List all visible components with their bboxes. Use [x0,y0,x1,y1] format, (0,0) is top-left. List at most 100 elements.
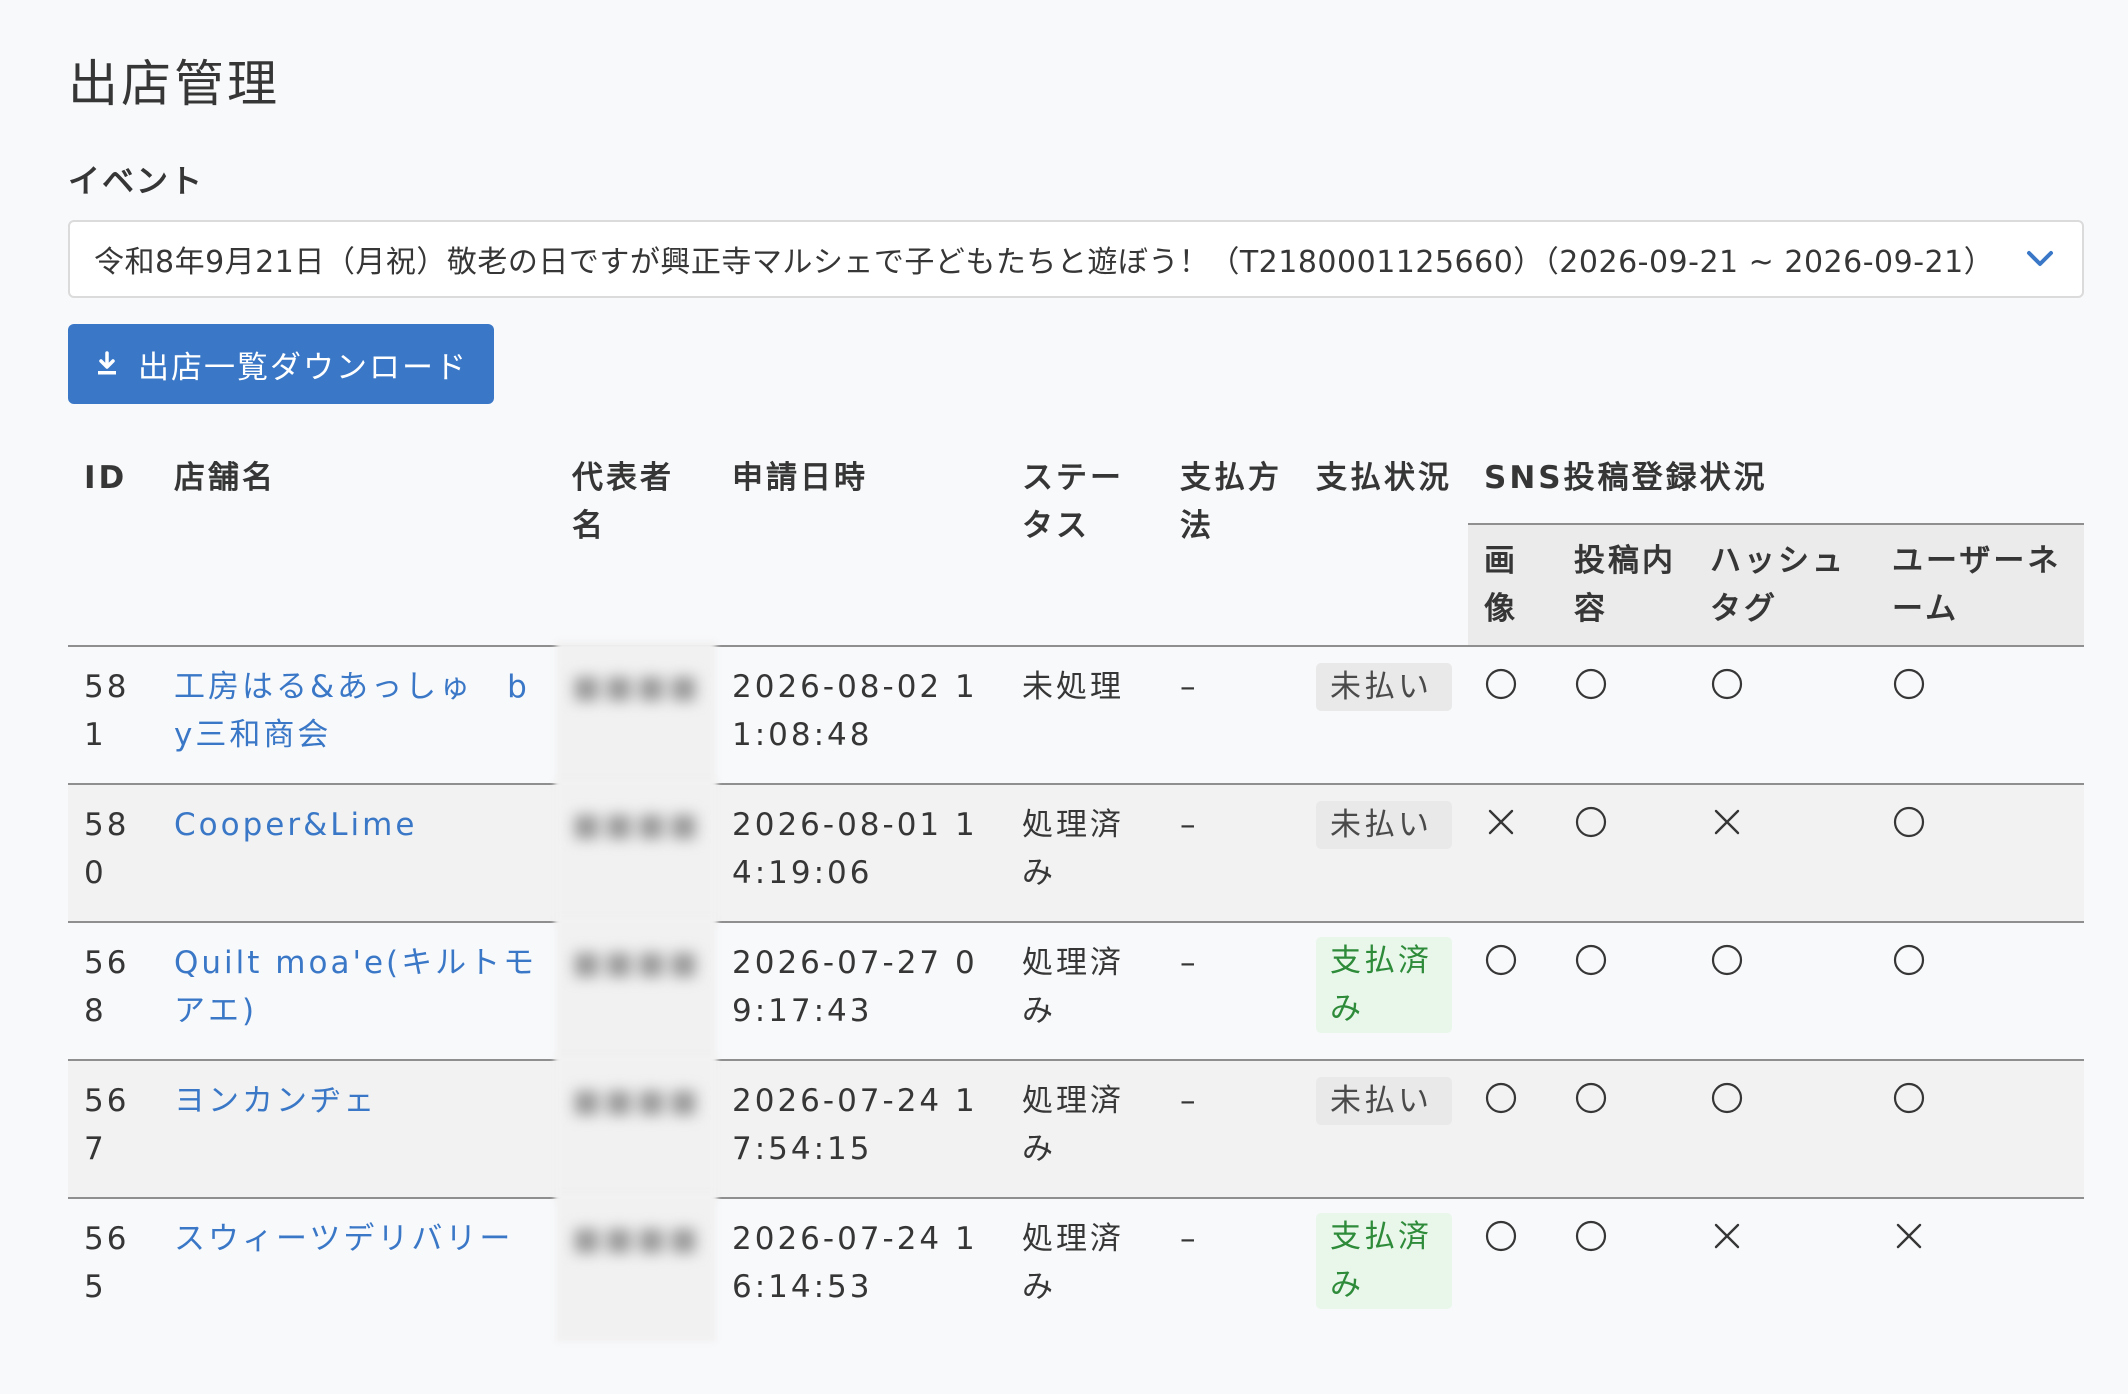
cell-applied-at: 2026-07-27 09:17:43 [716,922,1006,1061]
header-payment-status: 支払状況 [1300,440,1468,647]
cell-representative: ■■■■ [556,779,716,927]
circle-icon [1574,805,1608,839]
cell-shop-name: Quilt moa'e(キルトモアエ) [158,922,556,1061]
circle-icon [1574,667,1608,701]
circle-icon [1574,1219,1608,1253]
cell-payment-status: 未払い [1300,1060,1468,1199]
cell-sns-hashtag [1694,1060,1876,1199]
cell-id: 565 [84,1221,130,1305]
cell-sns-username [1876,784,2085,923]
cell-sns-content [1558,1060,1694,1199]
header-status: ステータス [1006,440,1164,647]
cell-applied-at: 2026-08-01 14:19:06 [716,784,1006,923]
cell-sns-username [1876,1198,2084,1336]
circle-icon [1484,667,1518,701]
cell-payment-method: – [1164,922,1300,1061]
header-sns-username: ユーザーネーム [1876,524,2085,647]
table-body: 581 工房はる&あっしゅ by三和商会 ■■■■ 2026-08-02 11:08:… [68,641,2085,1342]
shop-management-page: 出店管理 イベント 令和8年9月21日（月祝）敬老の日ですが興正寺マルシェで子ど… [0,0,2128,1394]
table-row: 568 Quilt moa'e(キルトモアエ) ■■■■ 2026-07-27 09:… [68,917,2085,1065]
circle-icon [1484,1081,1518,1115]
shop-name-link[interactable]: 工房はる&あっしゅ by三和商会 [174,669,530,753]
cell-payment-method: – [1180,1221,1199,1257]
download-shop-list-button[interactable]: 出店一覧ダウンロード [68,324,494,404]
download-button-label: 出店一覧ダウンロード [138,349,468,386]
table-row: 565 スウィーツデリバリー ■■■■ 2026-07-24 16:14:53 処理済み… [68,1193,2084,1342]
cell-representative: ■■■■ [556,917,716,1065]
cell-sns-content [1558,1198,1694,1336]
cell-shop-name: スウィーツデリバリー [158,1198,556,1336]
header-payment-method: 支払方法 [1164,440,1300,647]
cell-representative: ■■■■ [556,1193,716,1342]
payment-status-badge: 支払済み [1316,1213,1452,1309]
circle-icon [1892,667,1926,701]
cell-payment-status: 支払済み [1300,922,1468,1061]
header-sns-hashtag: ハッシュタグ [1694,524,1876,647]
cell-sns-image [1468,922,1558,1061]
representative-name-blurred: ■■■■ [572,669,702,705]
cell-sns-content [1558,922,1694,1061]
cell-sns-username [1876,1060,2085,1199]
shop-name-link[interactable]: スウィーツデリバリー [174,1221,513,1257]
cell-representative: ■■■■ [556,1055,716,1203]
circle-icon [1484,943,1518,977]
shop-name-link[interactable]: Cooper&Lime [174,807,417,843]
representative-name-blurred: ■■■■ [572,1083,702,1119]
shop-name-link[interactable]: ヨンカンヂェ [174,1083,377,1119]
payment-status-badge: 未払い [1316,801,1452,849]
cell-sns-hashtag [1694,784,1876,923]
cell-sns-image [1468,1060,1558,1199]
cell-payment-method: – [1164,646,1300,785]
cell-applied-at: 2026-07-24 16:14:53 [732,1221,978,1305]
circle-icon [1892,1081,1926,1115]
cell-applied-at: 2026-08-02 11:08:48 [716,646,1006,785]
cell-sns-content [1558,784,1694,923]
event-select[interactable]: 令和8年9月21日（月祝）敬老の日ですが興正寺マルシェで子どもたちと遊ぼう！（T… [68,220,2084,298]
circle-icon [1574,1081,1608,1115]
cell-id: 580 [68,784,158,923]
header-sns-content: 投稿内容 [1558,524,1694,647]
circle-icon [1892,805,1926,839]
table-row: 567 ヨンカンヂェ ■■■■ 2026-07-24 17:54:15 処理済み – 未払い [68,1055,2085,1203]
cell-sns-content [1558,646,1694,785]
cell-shop-name: Cooper&Lime [158,784,556,923]
circle-icon [1710,1081,1744,1115]
header-shop-name: 店舗名 [158,440,556,647]
cell-sns-hashtag [1694,646,1876,785]
cell-payment-status: 支払済み [1300,1198,1468,1336]
cell-payment-status: 未払い [1300,646,1468,785]
shop-table: ID 店舗名 代表者名 申請日時 ステータス 支払方法 支払状況 SNS投稿登録… [68,440,2085,1342]
payment-status-badge: 支払済み [1316,937,1452,1033]
cell-sns-image [1468,1198,1558,1336]
cell-status: 未処理 [1006,646,1164,785]
circle-icon [1710,667,1744,701]
cell-sns-hashtag [1694,922,1876,1061]
payment-status-badge: 未払い [1316,1077,1452,1125]
representative-name-blurred: ■■■■ [572,945,702,981]
cell-shop-name: 工房はる&あっしゅ by三和商会 [158,646,556,785]
circle-icon [1484,1219,1518,1253]
cell-applied-at: 2026-07-24 17:54:15 [716,1060,1006,1199]
table-row: 581 工房はる&あっしゅ by三和商会 ■■■■ 2026-08-02 11:08:… [68,641,2085,789]
table-row: 580 Cooper&Lime ■■■■ 2026-08-01 14:19:06 処理済… [68,779,2085,927]
cell-status: 処理済み [1006,922,1164,1061]
cell-status: 処理済み [1006,784,1164,923]
chevron-down-icon [2022,241,2058,277]
cell-payment-method: – [1164,784,1300,923]
cell-id: 568 [68,922,158,1061]
event-label: イベント [68,162,205,200]
cross-icon [1892,1219,1926,1253]
header-representative: 代表者名 [556,440,716,647]
cell-sns-username [1876,646,2085,785]
cell-sns-image [1468,784,1558,923]
header-sns-image: 画像 [1468,524,1558,647]
cell-representative: ■■■■ [556,641,716,789]
shop-name-link[interactable]: Quilt moa'e(キルトモアエ) [174,945,537,1029]
representative-name-blurred: ■■■■ [572,1221,702,1257]
representative-name-blurred: ■■■■ [572,807,702,843]
cell-shop-name: ヨンカンヂェ [158,1060,556,1199]
cell-payment-status: 未払い [1300,784,1468,923]
cell-id: 567 [68,1060,158,1199]
cell-status: 処理済み [1022,1221,1124,1305]
table-header: ID 店舗名 代表者名 申請日時 ステータス 支払方法 支払状況 SNS投稿登録… [68,440,2085,647]
